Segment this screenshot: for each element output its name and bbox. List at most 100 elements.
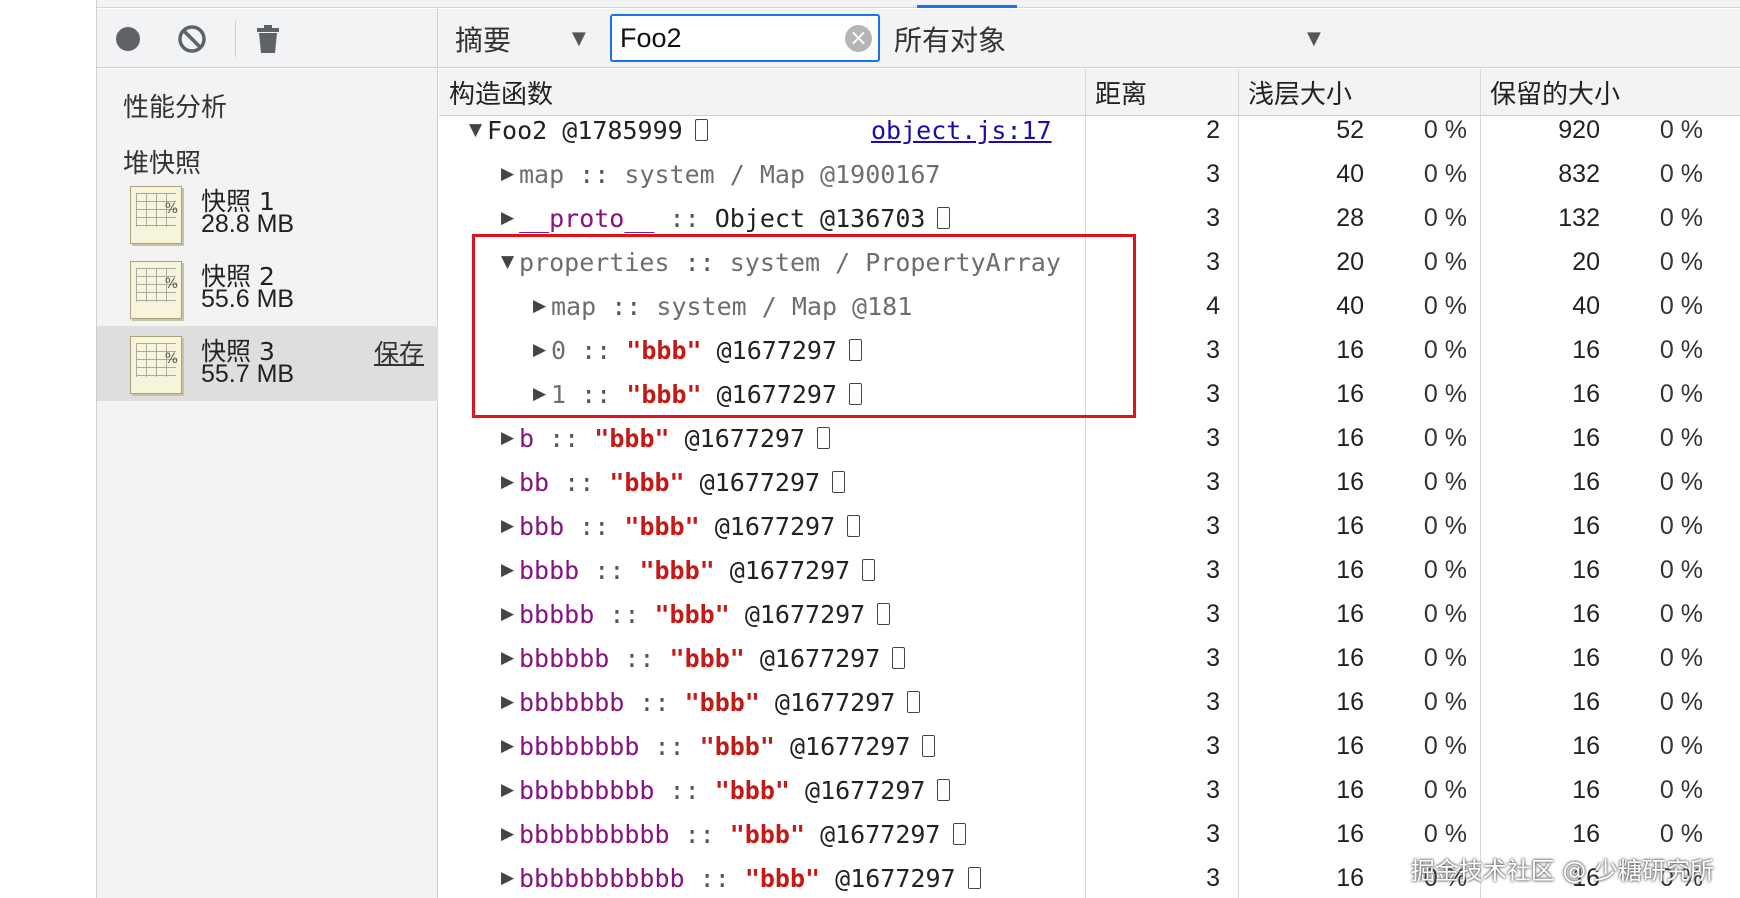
heap-data-grid: 构造函数 距离 浅层大小 保留的大小 ▼ Foo2 @1785999 object.… <box>439 69 1740 898</box>
table-row[interactable]: ▼ Foo2 @1785999 object.js:17 2 52 0 % 920 0 % <box>439 108 1740 152</box>
clear-filter-icon[interactable]: × <box>845 25 872 52</box>
table-row[interactable]: ▶ bbbbbbb :: "bbb" @1677297 3 16 0 % 16 0 % <box>439 680 1740 724</box>
distance-cell: 3 <box>1206 643 1220 672</box>
shallow-size-cell: 16 <box>1336 775 1364 804</box>
constructor-cell: ▶ bb :: "bbb" @1677297 <box>501 460 1079 504</box>
retained-percent-cell: 0 % <box>1659 247 1703 276</box>
expand-arrow-icon[interactable]: ▶ <box>501 780 519 800</box>
annotation-highlight-box <box>472 234 1136 418</box>
expand-arrow-icon[interactable]: ▶ <box>501 472 519 492</box>
expand-arrow-icon[interactable]: ▶ <box>501 736 519 756</box>
collapse-arrow-icon[interactable]: ▼ <box>469 120 487 140</box>
object-detail: @1677297 <box>699 467 821 497</box>
source-link[interactable]: object.js:17 <box>871 108 1052 152</box>
table-row[interactable]: ▶ bb :: "bbb" @1677297 3 16 0 % 16 0 % <box>439 460 1740 504</box>
retained-size-cell: 16 <box>1572 819 1600 848</box>
expand-arrow-icon[interactable]: ▶ <box>501 164 519 184</box>
reveal-object-icon[interactable] <box>907 691 921 713</box>
object-detail: @1677297 <box>774 687 896 717</box>
table-row[interactable]: ▶ bbbbbbbbbb :: "bbb" @1677297 3 16 0 % 16 0 % <box>439 812 1740 856</box>
snapshot-item-selected[interactable]: % 快照 3 55.7 MB 保存 <box>97 326 438 401</box>
expand-arrow-icon[interactable]: ▶ <box>501 428 519 448</box>
node-name: __proto__ <box>519 203 655 233</box>
expand-arrow-icon[interactable]: ▶ <box>501 516 519 536</box>
table-row[interactable]: ▶ bbbbbbbbb :: "bbb" @1677297 3 16 0 % 16 0 % <box>439 768 1740 812</box>
reveal-object-icon[interactable] <box>937 207 951 229</box>
reveal-object-icon[interactable] <box>937 779 951 801</box>
table-row[interactable]: ▶ bbbb :: "bbb" @1677297 3 16 0 % 16 0 % <box>439 548 1740 592</box>
active-tab-indicator <box>917 5 1017 8</box>
reveal-object-icon[interactable] <box>847 515 861 537</box>
node-name: bb <box>519 467 550 497</box>
class-filter[interactable]: × <box>610 14 880 62</box>
expand-arrow-icon[interactable]: ▶ <box>501 208 519 228</box>
view-select[interactable]: 摘要 <box>455 9 511 68</box>
profiles-heading: 性能分析 <box>123 93 228 123</box>
string-value: "bbb" <box>714 775 790 805</box>
constructor-cell: ▶ bbbbbbbbbb :: "bbb" @1677297 <box>501 812 1079 856</box>
node-name: Foo2 <box>487 115 548 145</box>
snapshot-item[interactable]: % 快照 1 28.8 MB <box>97 176 438 251</box>
constructor-cell: ▶ bbbb :: "bbb" @1677297 <box>501 548 1079 592</box>
table-row[interactable]: ▶ bbbbb :: "bbb" @1677297 3 16 0 % 16 0 % <box>439 592 1740 636</box>
expand-arrow-icon[interactable]: ▶ <box>501 560 519 580</box>
retained-percent-cell: 0 % <box>1659 291 1703 320</box>
reveal-object-icon[interactable] <box>832 471 846 493</box>
reveal-object-icon[interactable] <box>952 823 966 845</box>
save-snapshot-link[interactable]: 保存 <box>374 334 424 370</box>
node-name: b <box>519 423 535 453</box>
shallow-size-cell: 16 <box>1336 423 1364 452</box>
shallow-percent-cell: 0 % <box>1423 819 1467 848</box>
retained-percent-cell: 0 % <box>1659 555 1703 584</box>
snapshot-size: 55.6 MB <box>201 285 295 313</box>
table-row[interactable]: ▶ bbbbbbbb :: "bbb" @1677297 3 16 0 % 16 0 % <box>439 724 1740 768</box>
record-icon[interactable] <box>113 24 143 54</box>
distance-cell: 3 <box>1206 423 1220 452</box>
objects-select-arrow-icon[interactable]: ▼ <box>1307 9 1321 68</box>
table-row[interactable]: ▶ b :: "bbb" @1677297 3 16 0 % 16 0 % <box>439 416 1740 460</box>
shallow-size-cell: 16 <box>1336 511 1364 540</box>
distance-cell: 3 <box>1206 863 1220 892</box>
expand-arrow-icon[interactable]: ▶ <box>501 692 519 712</box>
reveal-object-icon[interactable] <box>862 559 876 581</box>
snapshot-size: 28.8 MB <box>201 210 295 238</box>
shallow-size-cell: 20 <box>1336 247 1364 276</box>
object-detail: @1677297 <box>729 555 851 585</box>
clear-icon[interactable] <box>177 24 207 54</box>
snapshot-item[interactable]: % 快照 2 55.6 MB <box>97 251 438 326</box>
distance-cell: 3 <box>1206 555 1220 584</box>
objects-select[interactable]: 所有对象 <box>894 9 1006 68</box>
edge-separator: :: <box>579 159 610 189</box>
reveal-object-icon[interactable] <box>817 427 831 449</box>
object-detail: @1677297 <box>835 863 956 893</box>
object-detail: @1677297 <box>684 423 806 453</box>
retained-size-cell: 16 <box>1572 555 1600 584</box>
class-filter-input[interactable] <box>620 20 830 56</box>
string-value: "bbb" <box>729 819 806 849</box>
shallow-percent-cell: 0 % <box>1423 423 1467 452</box>
expand-arrow-icon[interactable]: ▶ <box>501 648 519 668</box>
shallow-percent-cell: 0 % <box>1423 599 1467 628</box>
reveal-object-icon[interactable] <box>922 735 936 757</box>
edge-separator: :: <box>609 599 640 629</box>
table-row[interactable]: ▶ bbbbbb :: "bbb" @1677297 3 16 0 % 16 0 % <box>439 636 1740 680</box>
profiles-sidebar: 性能分析 堆快照 % 快照 1 28.8 MB % 快照 2 55.6 MB %… <box>97 69 438 898</box>
expand-arrow-icon[interactable]: ▶ <box>501 604 519 624</box>
shallow-size-cell: 16 <box>1336 599 1364 628</box>
constructor-cell: ▶ bbbbbb :: "bbb" @1677297 <box>501 636 1079 680</box>
reveal-object-icon[interactable] <box>877 603 891 625</box>
view-select-arrow-icon[interactable]: ▼ <box>572 9 586 68</box>
reveal-object-icon[interactable] <box>892 647 906 669</box>
edge-separator: :: <box>669 775 700 805</box>
retained-size-cell: 920 <box>1558 115 1600 144</box>
retained-size-cell: 16 <box>1572 335 1600 364</box>
trash-icon[interactable] <box>253 24 283 54</box>
table-row[interactable]: ▶ map :: system / Map @1900167 3 40 0 % 832 0 … <box>439 152 1740 196</box>
shallow-size-cell: 16 <box>1336 467 1364 496</box>
reveal-object-icon[interactable] <box>967 867 981 889</box>
table-row[interactable]: ▶ bbb :: "bbb" @1677297 3 16 0 % 16 0 % <box>439 504 1740 548</box>
reveal-object-icon[interactable] <box>694 119 708 141</box>
expand-arrow-icon[interactable]: ▶ <box>501 868 519 888</box>
expand-arrow-icon[interactable]: ▶ <box>501 824 519 844</box>
shallow-percent-cell: 0 % <box>1423 335 1467 364</box>
